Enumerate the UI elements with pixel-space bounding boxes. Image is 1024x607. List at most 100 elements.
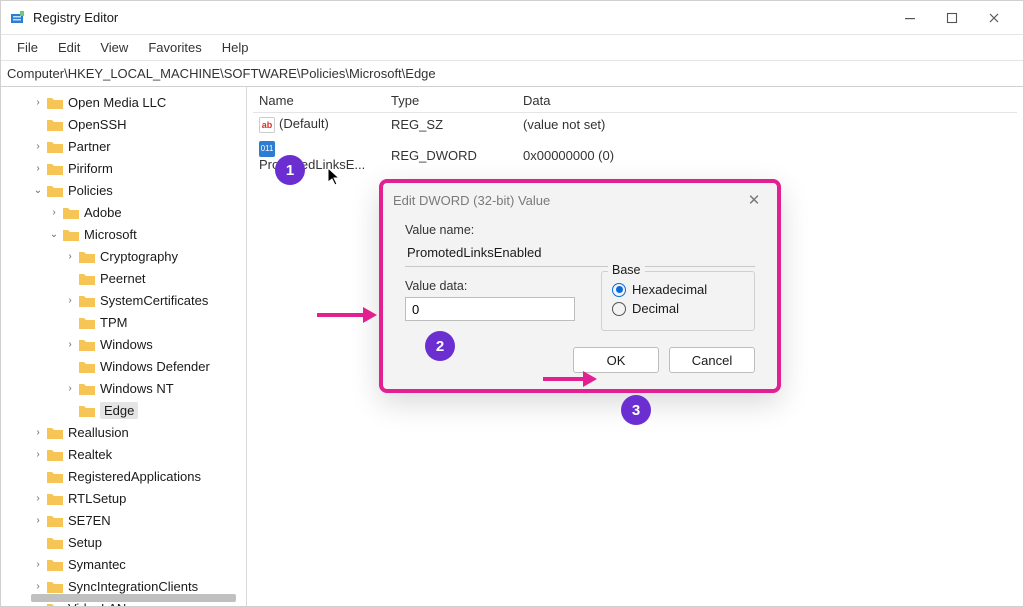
menu-help[interactable]: Help — [212, 37, 259, 58]
folder-icon — [47, 426, 63, 439]
radio-decimal[interactable]: Decimal — [612, 301, 744, 316]
menu-favorites[interactable]: Favorites — [138, 37, 211, 58]
folder-icon — [79, 250, 95, 263]
column-type[interactable]: Type — [385, 89, 517, 112]
folder-icon — [47, 602, 63, 607]
folder-icon — [79, 338, 95, 351]
tree-node[interactable]: ›Piriform — [9, 157, 246, 179]
tree-node[interactable]: ›Windows Defender — [9, 355, 246, 377]
menu-bar: File Edit View Favorites Help — [1, 35, 1023, 61]
annotation-arrow — [543, 371, 597, 387]
chevron-right-icon[interactable]: › — [31, 603, 45, 607]
menu-file[interactable]: File — [7, 37, 48, 58]
chevron-right-icon[interactable]: › — [31, 163, 45, 174]
folder-icon — [79, 294, 95, 307]
tree-node[interactable]: ›Partner — [9, 135, 246, 157]
column-name[interactable]: Name — [253, 89, 385, 112]
minimize-button[interactable] — [889, 1, 931, 34]
tree-node[interactable]: ›Cryptography — [9, 245, 246, 267]
reg-dword-icon: 011 — [259, 141, 275, 157]
registry-editor-window: Registry Editor File Edit View Favorites… — [0, 0, 1024, 607]
address-text[interactable]: Computer\HKEY_LOCAL_MACHINE\SOFTWARE\Pol… — [7, 66, 1017, 81]
chevron-right-icon[interactable]: › — [31, 515, 45, 526]
window-title: Registry Editor — [33, 10, 889, 25]
list-row[interactable]: 011PromotedLinksE... REG_DWORD 0x0000000… — [253, 136, 1017, 175]
tree-node[interactable]: ›Windows NT — [9, 377, 246, 399]
folder-icon — [47, 96, 63, 109]
annotation-badge-2: 2 — [425, 331, 455, 361]
tree-node[interactable]: ›Adobe — [9, 201, 246, 223]
address-bar[interactable]: Computer\HKEY_LOCAL_MACHINE\SOFTWARE\Pol… — [1, 61, 1023, 87]
folder-icon — [47, 580, 63, 593]
tree-node[interactable]: ›OpenSSH — [9, 113, 246, 135]
tree-node[interactable]: ›TPM — [9, 311, 246, 333]
value-name-cell: 011PromotedLinksE... — [253, 136, 385, 175]
chevron-right-icon[interactable]: › — [31, 581, 45, 592]
tree-node[interactable]: ›Peernet — [9, 267, 246, 289]
chevron-right-icon[interactable]: › — [31, 559, 45, 570]
folder-icon — [47, 118, 63, 131]
tree-node[interactable]: ›Open Media LLC — [9, 91, 246, 113]
menu-edit[interactable]: Edit — [48, 37, 90, 58]
folder-icon — [47, 448, 63, 461]
folder-icon — [47, 162, 63, 175]
horizontal-scrollbar[interactable] — [31, 594, 236, 602]
radio-dec-label: Decimal — [632, 301, 679, 316]
chevron-right-icon[interactable]: › — [63, 251, 77, 262]
chevron-right-icon[interactable]: › — [63, 383, 77, 394]
chevron-right-icon[interactable]: › — [31, 97, 45, 108]
tree-node[interactable]: ›SE7EN — [9, 509, 246, 531]
tree-node[interactable]: ›Realtek — [9, 443, 246, 465]
chevron-right-icon[interactable]: › — [47, 207, 61, 218]
tree-node[interactable]: ›Windows — [9, 333, 246, 355]
close-icon[interactable]: ✕ — [741, 191, 767, 209]
chevron-right-icon[interactable]: › — [31, 449, 45, 460]
folder-icon — [79, 382, 95, 395]
value-name-field[interactable]: PromotedLinksEnabled — [405, 241, 755, 267]
chevron-down-icon[interactable]: ⌄ — [31, 185, 45, 196]
tree-node[interactable]: ⌄Microsoft — [9, 223, 246, 245]
close-button[interactable] — [973, 1, 1015, 34]
tree-node[interactable]: ›Symantec — [9, 553, 246, 575]
reg-sz-icon: ab — [259, 117, 275, 133]
folder-icon — [47, 558, 63, 571]
radio-hex-label: Hexadecimal — [632, 282, 707, 297]
radio-hexadecimal[interactable]: Hexadecimal — [612, 282, 744, 297]
folder-icon — [63, 228, 79, 241]
annotation-badge-3: 3 — [621, 395, 651, 425]
menu-view[interactable]: View — [90, 37, 138, 58]
tree-node[interactable]: ›RegisteredApplications — [9, 465, 246, 487]
radio-icon[interactable] — [612, 302, 626, 316]
list-header: Name Type Data — [253, 89, 1017, 113]
value-data-label: Value data: — [405, 279, 575, 293]
tree-node[interactable]: ›Reallusion — [9, 421, 246, 443]
folder-icon — [47, 140, 63, 153]
tree-node[interactable]: ⌄Policies — [9, 179, 246, 201]
chevron-right-icon[interactable]: › — [31, 427, 45, 438]
cancel-button[interactable]: Cancel — [669, 347, 755, 373]
chevron-right-icon[interactable]: › — [63, 339, 77, 350]
radio-icon[interactable] — [612, 283, 626, 297]
dialog-title: Edit DWORD (32-bit) Value — [393, 193, 741, 208]
list-row[interactable]: ab(Default) REG_SZ (value not set) — [253, 113, 1017, 136]
value-data-input[interactable] — [405, 297, 575, 321]
chevron-down-icon[interactable]: ⌄ — [47, 229, 61, 240]
chevron-right-icon[interactable]: › — [31, 141, 45, 152]
maximize-button[interactable] — [931, 1, 973, 34]
ok-button[interactable]: OK — [573, 347, 659, 373]
dialog-title-bar[interactable]: Edit DWORD (32-bit) Value ✕ — [383, 183, 777, 217]
base-label: Base — [608, 263, 645, 277]
value-name-label: Value name: — [405, 223, 755, 237]
folder-icon — [79, 316, 95, 329]
chevron-right-icon[interactable]: › — [31, 493, 45, 504]
column-data[interactable]: Data — [517, 89, 1017, 112]
tree-node-edge[interactable]: ›Edge — [9, 399, 246, 421]
annotation-badge-1: 1 — [275, 155, 305, 185]
tree-node[interactable]: ›RTLSetup — [9, 487, 246, 509]
chevron-right-icon[interactable]: › — [63, 295, 77, 306]
folder-icon — [47, 536, 63, 549]
tree-pane[interactable]: ›Open Media LLC ›OpenSSH ›Partner ›Pirif… — [1, 87, 247, 606]
folder-icon — [63, 206, 79, 219]
tree-node[interactable]: ›Setup — [9, 531, 246, 553]
tree-node[interactable]: ›SystemCertificates — [9, 289, 246, 311]
